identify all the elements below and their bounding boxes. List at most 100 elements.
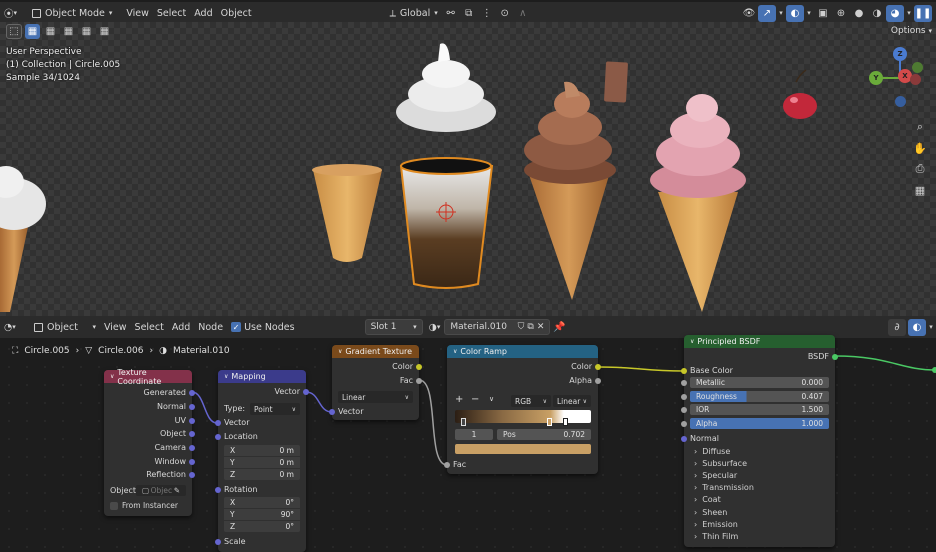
node-mapping[interactable]: ∨ Mapping Vector Type: Point ∨ Vector Loca… xyxy=(215,370,309,552)
slot-dropdown[interactable]: Slot 1 ▾ xyxy=(364,319,423,335)
use-nodes-toggle[interactable]: ✓ Use Nodes xyxy=(227,317,299,337)
add-stop-icon[interactable]: + xyxy=(455,394,463,405)
menu-select[interactable]: Select xyxy=(153,3,190,23)
ior-field[interactable]: IOR 1.500 xyxy=(690,404,829,416)
alpha-field[interactable]: Alpha 1.000 xyxy=(690,418,829,430)
proportional-edit-icon[interactable]: ⊙ xyxy=(496,5,514,22)
ramp-menu-icon[interactable]: ∨ xyxy=(489,395,494,403)
panel-specular[interactable]: › Specular xyxy=(694,471,737,480)
socket-base-color[interactable] xyxy=(681,368,687,374)
panel-subsurface[interactable]: › Subsurface xyxy=(694,459,747,468)
menu-node[interactable]: Node xyxy=(194,317,227,337)
snap-icon[interactable]: ⧉ xyxy=(460,5,478,22)
strawberry-ice-cream[interactable] xyxy=(650,94,746,312)
visibility-icon[interactable]: 👁 xyxy=(740,5,758,22)
ramp-stop-1[interactable] xyxy=(547,418,552,426)
node-header[interactable]: ∨ Mapping xyxy=(218,370,306,383)
rotation-x-field[interactable]: X 0° xyxy=(224,497,300,508)
socket-fac[interactable] xyxy=(416,378,422,384)
shading-dropdown-icon[interactable]: ▾ xyxy=(904,5,914,22)
collapse-chevron-icon[interactable]: ∨ xyxy=(690,338,694,345)
gradient-type-dropdown[interactable]: Linear ∨ xyxy=(338,391,413,403)
pause-render-icon[interactable]: ❚❚ xyxy=(914,4,932,22)
snap-settings-icon[interactable]: ⋮ xyxy=(478,5,496,22)
eyedropper-icon[interactable]: ✎ xyxy=(174,486,180,495)
shield-icon[interactable]: ⛉ xyxy=(518,322,525,332)
interpolation-dropdown[interactable]: Linear ∨ xyxy=(553,395,591,407)
gizmo-neg-y[interactable] xyxy=(912,62,923,73)
socket-roughness[interactable] xyxy=(681,393,687,400)
navigation-gizmo[interactable]: Z Y X xyxy=(864,44,932,110)
socket-alpha[interactable] xyxy=(595,378,601,384)
collapse-chevron-icon[interactable]: ∨ xyxy=(338,348,342,355)
type-dropdown[interactable]: Point ∨ xyxy=(250,403,300,415)
stop-color-swatch[interactable] xyxy=(455,444,591,454)
socket-color[interactable] xyxy=(595,364,601,370)
collapse-chevron-icon[interactable]: ∨ xyxy=(224,373,228,380)
socket-material-output[interactable] xyxy=(932,367,936,373)
gizmo-dropdown-icon[interactable]: ▾ xyxy=(776,5,786,22)
socket-metallic[interactable] xyxy=(681,380,687,386)
socket-uv[interactable] xyxy=(189,418,195,424)
rotation-z-field[interactable]: Z 0° xyxy=(224,521,300,532)
socket-ior[interactable] xyxy=(681,407,687,414)
metallic-field[interactable]: Metallic 0.000 xyxy=(690,377,829,388)
chocolate-ice-cream[interactable] xyxy=(524,81,616,300)
node-principled-bsdf[interactable]: ∨ Principled BSDF BSDF Base Color Normal … xyxy=(681,335,838,547)
node-editor-type-button[interactable]: ◔ ▾ xyxy=(0,317,30,337)
ramp-stop-2[interactable] xyxy=(563,418,568,426)
rotation-y-field[interactable]: Y 90° xyxy=(224,509,300,520)
socket-generated[interactable] xyxy=(189,390,195,396)
menu-view[interactable]: View xyxy=(122,3,153,23)
panel-thin-film[interactable]: › Thin Film xyxy=(694,532,738,541)
socket-vector-in[interactable] xyxy=(329,409,335,415)
location-y-field[interactable]: Y0 m xyxy=(224,457,300,468)
location-x-field[interactable]: X0 m xyxy=(224,445,300,456)
node-texture-coordinate[interactable]: ∨ Texture Coordinate Generated Normal UV … xyxy=(104,368,195,516)
socket-scale[interactable] xyxy=(215,539,221,545)
panel-diffuse[interactable]: › Diffuse xyxy=(694,447,730,456)
socket-vector-out[interactable] xyxy=(303,389,309,395)
snap-icon[interactable]: ∂ xyxy=(888,318,906,336)
material-name-field[interactable]: Material.010 ⛉ ⧉ ✕ xyxy=(444,319,551,335)
socket-camera[interactable] xyxy=(189,445,195,451)
panel-emission[interactable]: › Emission xyxy=(694,520,738,529)
panel-sheen[interactable]: › Sheen xyxy=(694,508,727,517)
menu-add[interactable]: Add xyxy=(168,317,194,337)
wireframe-shading-icon[interactable]: ⊕ xyxy=(832,5,850,22)
socket-normal[interactable] xyxy=(681,436,687,442)
node-color-ramp[interactable]: ∨ Color Ramp Color Alpha + − ∨ RGB ∨ Linea… xyxy=(444,345,601,474)
editor-type-button[interactable]: ⦿ ▾ xyxy=(0,3,28,23)
cherry[interactable] xyxy=(783,69,817,119)
whipped-cream[interactable] xyxy=(396,43,496,132)
node-header[interactable]: ∨ Gradient Texture xyxy=(332,345,419,358)
shader-type-dropdown[interactable]: Object ▾ xyxy=(30,317,100,337)
roughness-field[interactable]: Roughness 0.407 xyxy=(690,390,829,402)
object-picker[interactable]: ▢ Objec ✎ xyxy=(136,485,186,496)
gizmo-neg-z[interactable] xyxy=(895,96,906,107)
chocolate-bar[interactable] xyxy=(604,61,628,103)
overlay-toggle-icon[interactable]: ◐ xyxy=(786,4,804,22)
glass-cup[interactable] xyxy=(399,157,494,289)
socket-bsdf-out[interactable] xyxy=(832,354,838,360)
zoom-icon[interactable]: ⌕ xyxy=(911,118,929,136)
pin-icon[interactable]: 📌 xyxy=(550,319,568,336)
overlay-toggle-icon[interactable]: ◐ xyxy=(908,318,926,336)
node-header[interactable]: ∨ Color Ramp xyxy=(447,345,598,358)
color-ramp-gradient[interactable] xyxy=(455,410,591,423)
duplicate-icon[interactable]: ⧉ xyxy=(527,322,533,332)
transform-orientation-dropdown[interactable]: ⟂ Global ▾ xyxy=(386,3,442,23)
ramp-stop-0[interactable] xyxy=(461,418,466,426)
gizmo-neg-x[interactable] xyxy=(910,74,921,85)
empty-cone[interactable] xyxy=(312,164,382,262)
panel-transmission[interactable]: › Transmission xyxy=(694,483,754,492)
from-instancer-checkbox[interactable]: From Instancer xyxy=(110,501,178,510)
socket-normal[interactable] xyxy=(189,404,195,410)
menu-view[interactable]: View xyxy=(100,317,131,337)
location-z-field[interactable]: Z0 m xyxy=(224,469,300,480)
pan-hand-icon[interactable]: ✋ xyxy=(911,139,929,157)
overlay-dropdown-icon[interactable]: ▾ xyxy=(804,5,814,22)
stop-position-field[interactable]: Pos 0.702 xyxy=(497,429,591,440)
camera-icon[interactable]: ⎙ xyxy=(911,160,929,178)
socket-alpha[interactable] xyxy=(681,421,687,428)
